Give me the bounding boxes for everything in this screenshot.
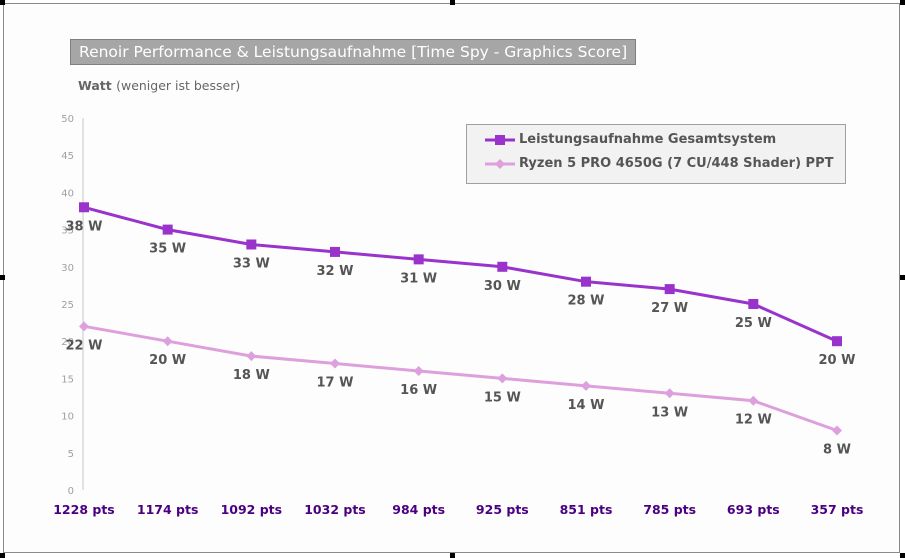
legend-square-marker-icon: [485, 134, 515, 145]
data-label: 30 W: [484, 279, 521, 294]
x-tick-label: 1092 pts: [221, 502, 283, 517]
data-point: [79, 321, 89, 332]
data-point: [330, 246, 340, 257]
data-label: 27 W: [651, 301, 688, 316]
legend: Leistungsaufnahme Gesamtsystem Ryzen 5 P…: [466, 124, 846, 184]
data-point: [832, 336, 842, 347]
data-label: 20 W: [149, 353, 186, 368]
x-tick-label: 1174 pts: [137, 502, 199, 517]
data-label: 35 W: [149, 242, 186, 257]
x-tick-label: 693 pts: [727, 502, 780, 517]
x-tick-label: 785 pts: [643, 502, 696, 517]
data-point: [79, 202, 89, 213]
legend-item-system: Leistungsaufnahme Gesamtsystem: [485, 132, 776, 147]
data-point: [246, 351, 257, 362]
data-point: [413, 365, 424, 376]
data-point: [581, 276, 591, 287]
series-line-0: [83, 205, 838, 343]
y-tick-label: 45: [61, 151, 74, 162]
data-point: [832, 425, 842, 436]
y-tick-label: 30: [61, 263, 74, 274]
data-label: 16 W: [400, 383, 437, 398]
data-label: 18 W: [233, 368, 270, 383]
y-tick-label: 50: [61, 114, 74, 125]
data-label: 33 W: [233, 256, 270, 271]
data-label: 15 W: [484, 390, 521, 405]
y-tick-label: 40: [61, 188, 74, 199]
data-label: 38 W: [66, 219, 103, 234]
x-tick-label: 925 pts: [476, 502, 529, 517]
y-tick-label: 0: [68, 486, 74, 497]
series-line-1: [83, 324, 838, 432]
data-point: [413, 254, 424, 265]
data-label: 8 W: [823, 442, 851, 457]
data-label: 32 W: [317, 264, 354, 279]
y-tick-label: 5: [68, 449, 74, 460]
data-label: 14 W: [568, 398, 605, 413]
data-label: 22 W: [66, 338, 103, 353]
x-tick-label: 1228 pts: [53, 502, 115, 517]
y-tick-label: 15: [61, 374, 74, 385]
x-tick-label: 1032 pts: [304, 502, 366, 517]
data-point: [330, 358, 340, 369]
y-tick-label: 10: [61, 412, 74, 423]
data-point: [497, 261, 508, 272]
data-label: 28 W: [568, 294, 605, 309]
data-point: [497, 373, 508, 384]
legend-diamond-marker-icon: [485, 158, 515, 169]
data-point: [748, 299, 759, 309]
data-point: [748, 395, 759, 406]
data-point: [581, 380, 591, 391]
data-label: 13 W: [651, 405, 688, 420]
legend-label: Leistungsaufnahme Gesamtsystem: [519, 132, 777, 147]
x-tick-label: 851 pts: [560, 502, 613, 517]
x-tick-label: 984 pts: [392, 502, 445, 517]
data-label: 12 W: [735, 413, 772, 428]
data-point: [162, 336, 173, 347]
x-tick-label: 357 pts: [811, 502, 864, 517]
data-label: 20 W: [819, 353, 856, 368]
line-chart: 051015202530354045501228 pts 1174 pts 1092…: [53, 114, 864, 517]
data-label: 31 W: [400, 271, 437, 286]
data-point: [664, 388, 675, 399]
data-label: 25 W: [735, 316, 772, 331]
data-point: [664, 284, 675, 295]
data-point: [162, 224, 173, 235]
data-point: [246, 239, 257, 250]
legend-label: Ryzen 5 PRO 4650G (7 CU/448 Shader) PPT: [519, 156, 834, 171]
legend-item-ppt: Ryzen 5 PRO 4650G (7 CU/448 Shader) PPT: [485, 156, 833, 171]
y-tick-label: 25: [61, 300, 74, 311]
data-label: 17 W: [317, 376, 354, 391]
